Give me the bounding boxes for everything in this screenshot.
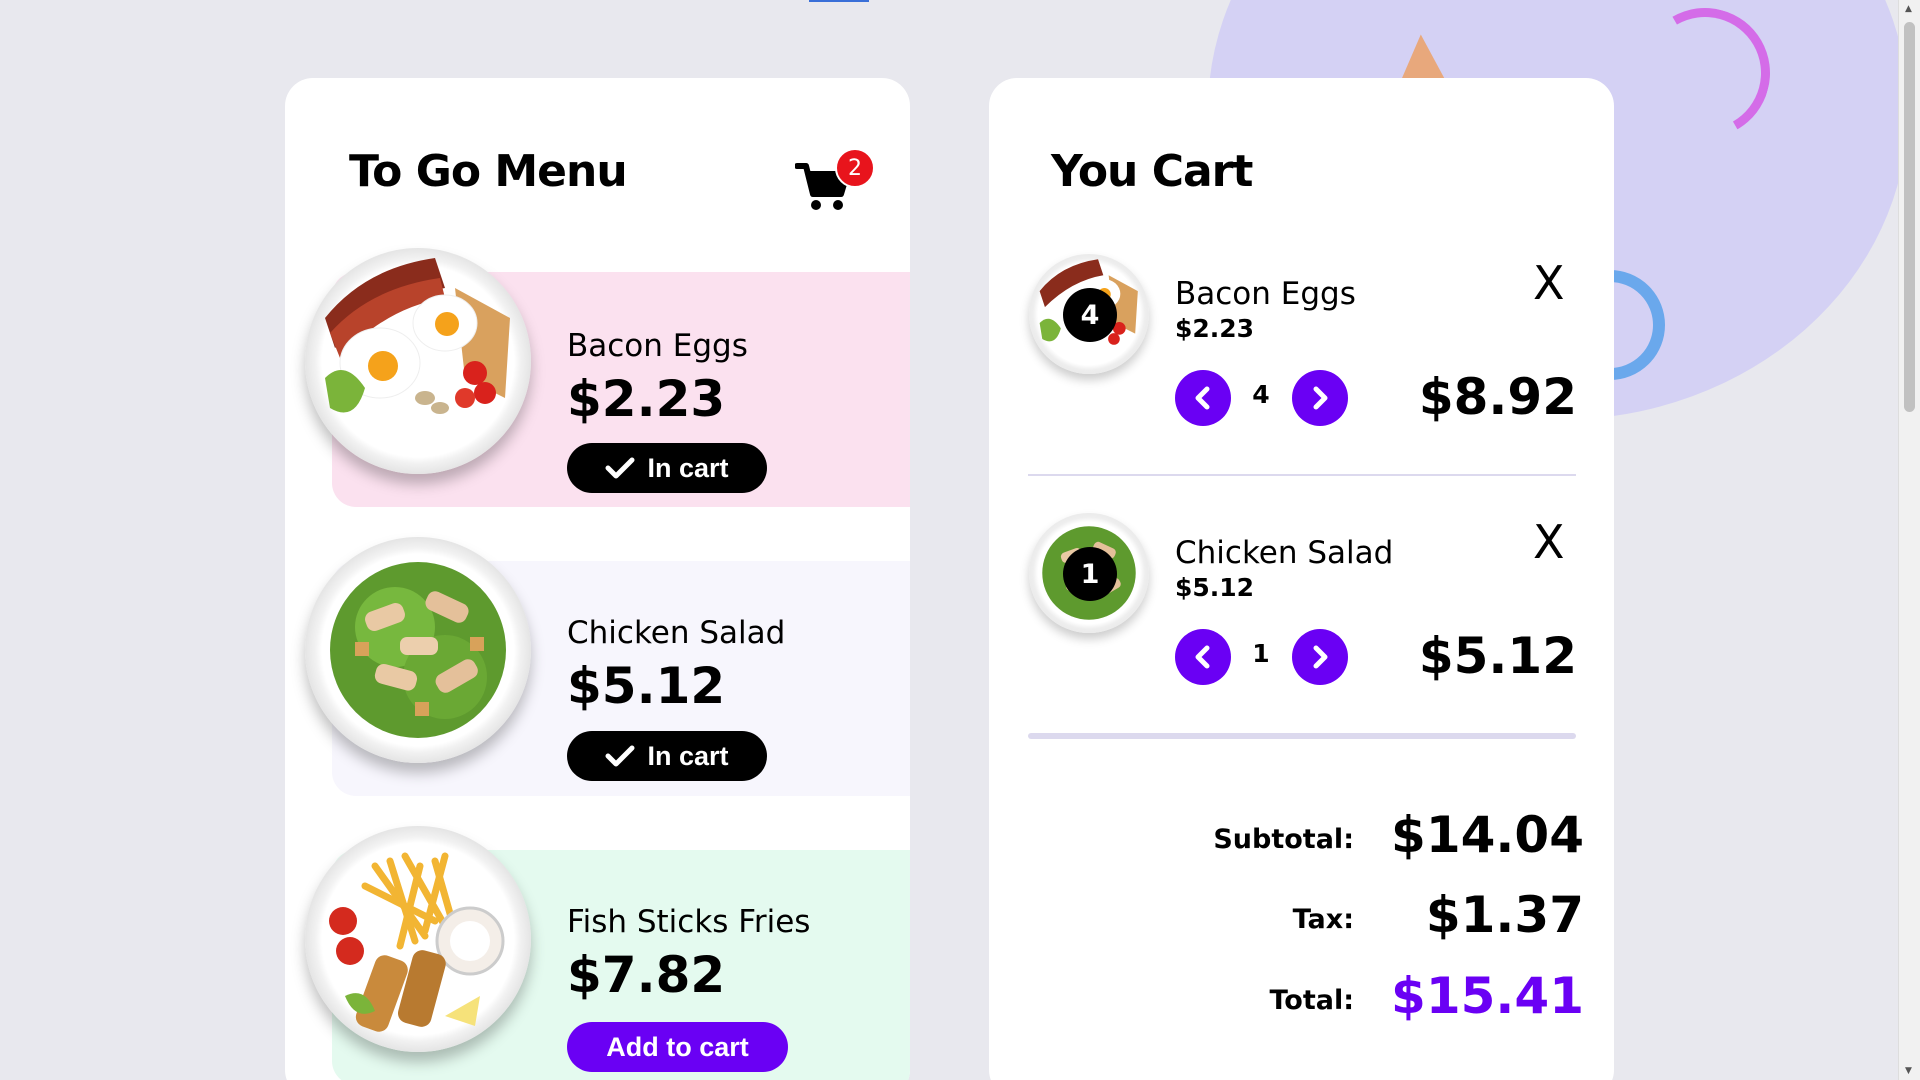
menu-item-price: $7.82 <box>567 946 726 1004</box>
menu-item-price: $5.12 <box>567 657 726 715</box>
cart-item-line-total: $8.92 <box>1418 368 1577 426</box>
in-cart-button[interactable]: In cart <box>567 443 767 493</box>
menu-item-price: $2.23 <box>567 370 726 428</box>
item-divider <box>1028 474 1576 476</box>
cart-count-badge: 2 <box>835 148 875 188</box>
in-cart-label: In cart <box>647 452 729 483</box>
top-accent-line <box>809 0 869 2</box>
tax-value: $1.37 <box>1425 886 1584 944</box>
cart-item: 4 Bacon Eggs $2.23 X 4 $8.92 <box>1029 254 1579 474</box>
cart-item-unit-price: $2.23 <box>1175 314 1255 343</box>
total-row: Total: $15.41 <box>989 967 1584 1027</box>
cart-button[interactable]: 2 <box>795 148 875 218</box>
subtotal-label: Subtotal: <box>1213 824 1354 855</box>
scrollbar-thumb[interactable] <box>1904 22 1915 412</box>
remove-item-close-icon[interactable]: X <box>1533 515 1565 569</box>
chevron-left-icon <box>1195 645 1210 669</box>
checkmark-icon <box>605 745 635 767</box>
quantity-value: 4 <box>1252 380 1270 409</box>
chevron-right-icon <box>1313 645 1328 669</box>
decrease-quantity-button[interactable] <box>1175 370 1231 426</box>
in-cart-button[interactable]: In cart <box>567 731 767 781</box>
decrease-quantity-button[interactable] <box>1175 629 1231 685</box>
checkmark-icon <box>605 457 635 479</box>
total-label: Total: <box>1269 985 1354 1016</box>
cart-item-name: Bacon Eggs <box>1175 276 1356 312</box>
menu-card: To Go Menu 2 Bacon Eggs $2.23 In cart Ch… <box>285 78 910 1080</box>
menu-item-name: Bacon Eggs <box>567 328 748 364</box>
scroll-down-arrow-icon[interactable]: ▼ <box>1905 1066 1912 1076</box>
menu-item-name: Fish Sticks Fries <box>567 904 811 940</box>
cart-item-qty-badge: 1 <box>1063 547 1117 601</box>
menu-item: Fish Sticks Fries $7.82 Add to cart <box>285 826 910 1080</box>
cart-item-line-total: $5.12 <box>1418 627 1577 685</box>
cart-item-unit-price: $5.12 <box>1175 573 1255 602</box>
chevron-right-icon <box>1313 386 1328 410</box>
cart-card: You Cart 4 Bacon Eggs $2.23 X 4 $8.92 1 … <box>989 78 1614 1080</box>
total-value: $15.41 <box>1391 967 1584 1025</box>
chicken-salad-plate-icon <box>305 537 531 763</box>
fish-sticks-fries-plate-icon <box>305 826 531 1052</box>
cart-title: You Cart <box>1051 146 1253 197</box>
tax-row: Tax: $1.37 <box>989 886 1584 946</box>
subtotal-value: $14.04 <box>1391 806 1584 864</box>
chevron-left-icon <box>1195 386 1210 410</box>
increase-quantity-button[interactable] <box>1292 629 1348 685</box>
cart-item: 1 Chicken Salad $5.12 X 1 $5.12 <box>1029 513 1579 733</box>
cart-item-qty-badge: 4 <box>1063 288 1117 342</box>
menu-title: To Go Menu <box>349 146 628 197</box>
summary-divider <box>1028 733 1576 739</box>
menu-item: Chicken Salad $5.12 In cart <box>285 537 910 796</box>
scroll-up-arrow-icon[interactable]: ▲ <box>1905 4 1912 14</box>
add-to-cart-button[interactable]: Add to cart <box>567 1022 788 1072</box>
cart-item-name: Chicken Salad <box>1175 535 1394 571</box>
bacon-eggs-plate-icon <box>305 248 531 474</box>
page-scrollbar[interactable]: ▲ ▼ <box>1898 0 1920 1080</box>
tax-label: Tax: <box>1292 904 1354 935</box>
menu-item: Bacon Eggs $2.23 In cart <box>285 248 910 507</box>
quantity-value: 1 <box>1252 639 1270 668</box>
subtotal-row: Subtotal: $14.04 <box>989 806 1584 866</box>
increase-quantity-button[interactable] <box>1292 370 1348 426</box>
menu-item-name: Chicken Salad <box>567 615 786 651</box>
add-to-cart-label: Add to cart <box>606 1031 749 1062</box>
in-cart-label: In cart <box>647 740 729 771</box>
remove-item-close-icon[interactable]: X <box>1533 256 1565 310</box>
